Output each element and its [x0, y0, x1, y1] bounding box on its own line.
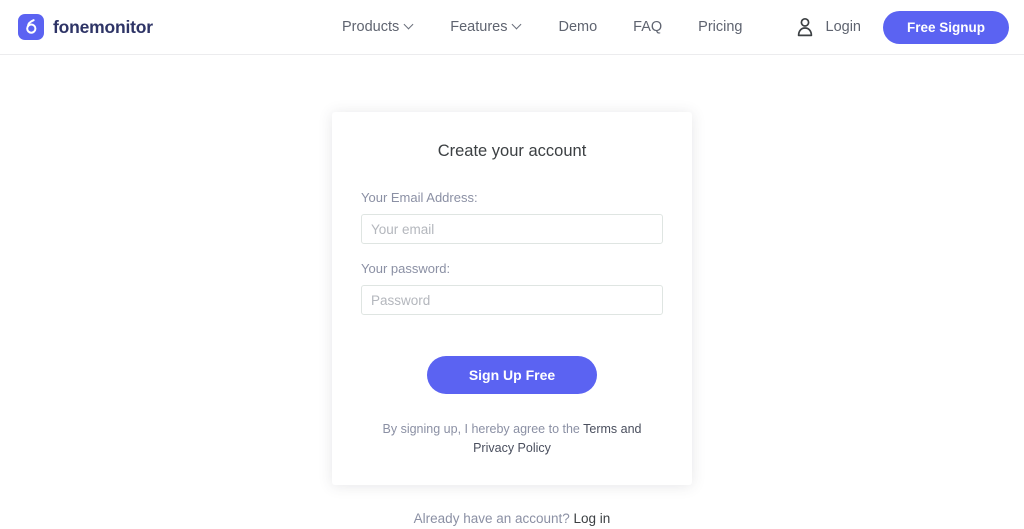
password-field-label: Your password: — [361, 261, 451, 276]
login-link[interactable]: Login — [826, 19, 861, 35]
password-field[interactable] — [361, 285, 663, 315]
nav-item-label: Pricing — [698, 19, 743, 35]
nav-item-products[interactable]: Products — [342, 13, 432, 41]
nav-item-demo[interactable]: Demo — [540, 13, 615, 41]
nav-item-pricing[interactable]: Pricing — [680, 13, 760, 41]
brand-logo[interactable]: fonemonitor — [18, 14, 153, 40]
email-field[interactable] — [361, 214, 663, 244]
login-prompt-text: Already have an account? — [413, 510, 574, 526]
chevron-down-icon — [513, 21, 522, 30]
fonemonitor-logo-icon — [18, 14, 44, 40]
free-signup-button[interactable]: Free Signup — [882, 10, 1009, 44]
nav-item-label: Demo — [558, 19, 598, 35]
email-field-label: Your Email Address: — [361, 190, 478, 205]
page-main: Create your account Your Email Address: … — [0, 55, 1024, 526]
site-header: fonemonitor Products Features Demo FAQ P… — [0, 0, 1024, 55]
nav-item-label: Features — [450, 19, 508, 35]
main-navigation: Products Features Demo FAQ Pricing — [342, 13, 761, 41]
email-field-group: Your Email Address: — [361, 190, 663, 244]
page-title: Create your account — [437, 142, 587, 160]
nav-item-faq[interactable]: FAQ — [615, 13, 680, 41]
terms-prefix: By signing up, I hereby agree to the — [382, 422, 584, 436]
sign-up-free-button[interactable]: Sign Up Free — [426, 356, 598, 394]
chevron-down-icon — [405, 21, 414, 30]
login-prompt: Already have an account? Log in — [414, 511, 611, 526]
nav-item-label: Products — [342, 19, 400, 35]
terms-agreement-text: By signing up, I hereby agree to the Ter… — [361, 420, 663, 459]
nav-item-features[interactable]: Features — [432, 13, 540, 41]
log-in-link[interactable]: Log in — [574, 511, 611, 526]
nav-item-label: FAQ — [633, 19, 663, 35]
password-field-group: Your password: — [361, 261, 663, 315]
header-actions: Login Free Signup — [796, 10, 1009, 44]
user-icon[interactable] — [796, 17, 814, 37]
signup-card: Create your account Your Email Address: … — [332, 112, 692, 485]
submit-row: Sign Up Free — [361, 356, 663, 394]
brand-name: fonemonitor — [53, 16, 153, 37]
